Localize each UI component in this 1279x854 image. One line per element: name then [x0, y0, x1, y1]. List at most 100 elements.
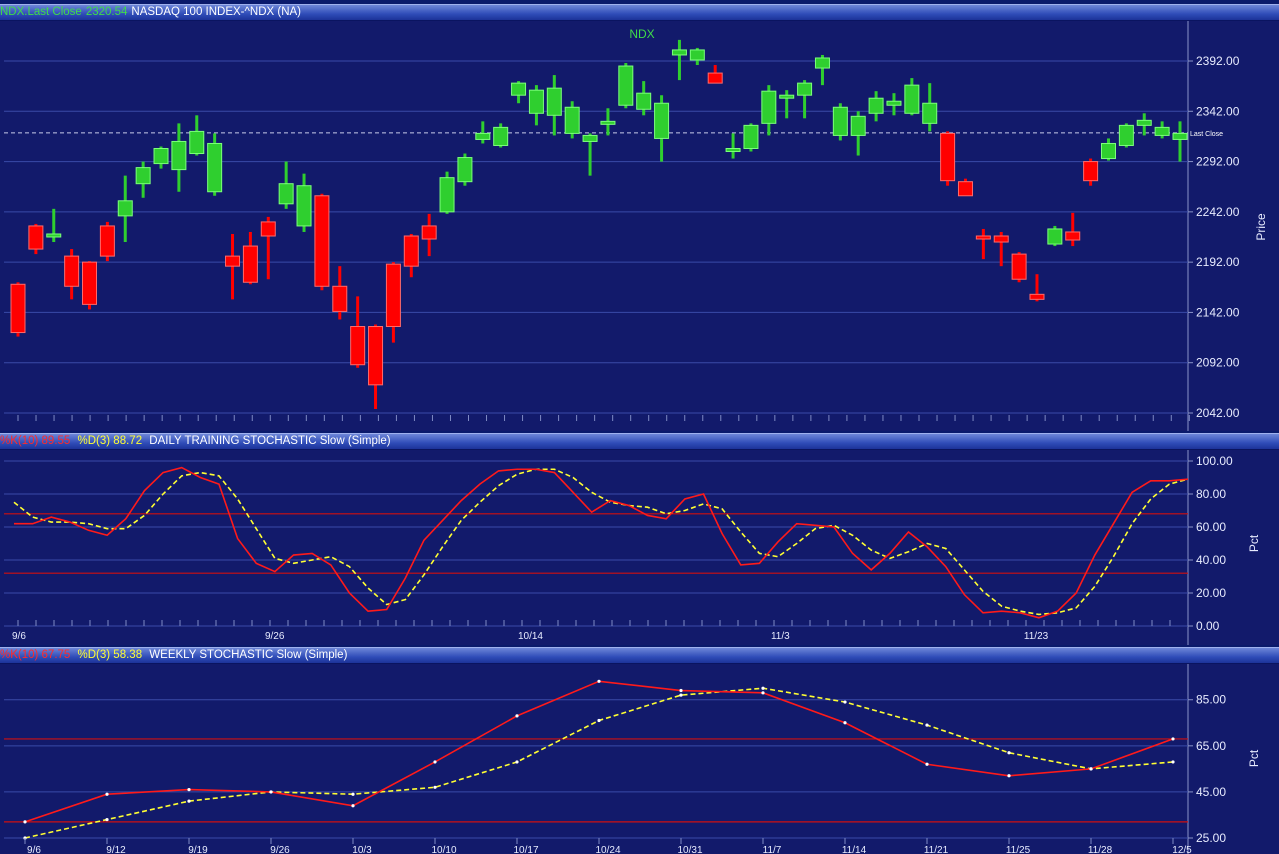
- weekly-x-label: 11/25: [1006, 845, 1031, 854]
- last-close-label: Last Close: [1190, 131, 1223, 138]
- candle-down: [403, 235, 419, 267]
- candle-down: [1011, 253, 1027, 280]
- candle-up: [1118, 124, 1134, 146]
- candle-up: [654, 102, 670, 139]
- price-chart-title: NDX: [629, 27, 654, 41]
- price-tick-label: 2142.00: [1196, 305, 1240, 319]
- candle-up: [779, 94, 795, 99]
- weekly-x-label: 9/12: [106, 845, 126, 854]
- candle-down: [332, 285, 348, 312]
- weekly-data-point: [351, 792, 355, 796]
- candle-down: [957, 181, 973, 197]
- weekly-data-point: [761, 691, 765, 695]
- weekly-x-label: 11/14: [842, 845, 867, 854]
- candle-down: [1029, 293, 1045, 300]
- daily-k-label: %K(10) 89.55: [0, 435, 71, 447]
- candle-down: [385, 263, 401, 328]
- symbol-label: NDX.Last Close: [0, 6, 82, 18]
- price-tick-label: 2392.00: [1196, 54, 1240, 68]
- weekly-data-point: [679, 693, 683, 697]
- weekly-x-label: 10/3: [352, 845, 372, 854]
- candle-down: [993, 235, 1009, 243]
- candle-up: [671, 49, 687, 56]
- candle-up: [814, 57, 830, 69]
- weekly-x-label: 11/28: [1088, 845, 1113, 854]
- candle-down: [421, 225, 437, 240]
- stoch-tick-label: 25.00: [1196, 831, 1226, 845]
- price-tick-label: 2242.00: [1196, 205, 1240, 219]
- candle-up: [511, 82, 527, 96]
- candle-down: [82, 261, 98, 305]
- candle-up: [46, 233, 62, 238]
- weekly-data-point: [433, 760, 437, 764]
- candle-up: [743, 124, 759, 149]
- weekly-data-point: [105, 792, 109, 796]
- weekly-x-label: 10/31: [677, 845, 702, 854]
- stoch-tick-label: 45.00: [1196, 785, 1226, 799]
- weekly-data-point: [761, 686, 765, 690]
- candle-up: [1154, 126, 1170, 136]
- candle-down: [64, 255, 80, 287]
- weekly-x-label: 10/10: [431, 845, 456, 854]
- weekly-data-point: [843, 700, 847, 704]
- daily-stochastic-chart[interactable]: 100.00 80.00 60.00 40.00 20.00 0.00 Pct 9/6 9/26…: [0, 450, 1279, 645]
- candle-down: [10, 283, 26, 334]
- candle-up: [189, 130, 205, 155]
- candle-up: [797, 82, 813, 96]
- stoch-tick-label: 85.00: [1196, 693, 1226, 707]
- candle-up: [725, 147, 741, 153]
- candle-up: [600, 120, 616, 125]
- candle-down: [28, 225, 44, 250]
- weekly-data-point: [515, 760, 519, 764]
- weekly-x-label: 10/17: [513, 845, 538, 854]
- candle-up: [493, 126, 509, 146]
- stoch-tick-label: 100.00: [1196, 454, 1233, 468]
- weekly-data-point: [23, 820, 27, 824]
- candle-down: [314, 195, 330, 287]
- weekly-x-label: 11/7: [763, 845, 782, 854]
- weekly-data-point: [925, 762, 929, 766]
- stoch-tick-label: 65.00: [1196, 739, 1226, 753]
- candle-down: [975, 235, 991, 240]
- daily-d-label: %D(3) 88.72: [77, 435, 143, 447]
- weekly-x-label: 9/6: [27, 845, 41, 854]
- weekly-stochastic-chart[interactable]: 85.00 65.00 45.00 25.00 Pct 9/6 9/12 9/19 9/26 10…: [0, 664, 1279, 854]
- stoch-axis-label: Pct: [1247, 534, 1261, 552]
- weekly-data-point: [1171, 760, 1175, 764]
- price-panel[interactable]: 2392.00 2342.00 2292.00 2242.00 2192.00 2142.…: [0, 21, 1279, 431]
- price-tick-label: 2192.00: [1196, 255, 1240, 269]
- candle-up: [564, 106, 580, 134]
- daily-stochastic-panel[interactable]: 100.00 80.00 60.00 40.00 20.00 0.00 Pct 9/6 9/26…: [0, 450, 1279, 645]
- candle-up: [1047, 228, 1063, 245]
- daily-stochastic-title: DAILY TRAINING STOCHASTIC Slow (Simple): [149, 435, 391, 447]
- weekly-stochastic-panel[interactable]: 85.00 65.00 45.00 25.00 Pct 9/6 9/12 9/19 9/26 10…: [0, 664, 1279, 854]
- daily-stochastic-header: %K(10) 89.55 %D(3) 88.72 DAILY TRAINING …: [0, 433, 1279, 450]
- stoch-tick-label: 20.00: [1196, 586, 1226, 600]
- candle-down: [242, 245, 258, 283]
- weekly-x-label: 10/24: [595, 845, 620, 854]
- stoch-tick-label: 80.00: [1196, 487, 1226, 501]
- candle-up: [457, 157, 473, 183]
- weekly-data-point: [597, 718, 601, 723]
- panel-background: [0, 450, 1279, 645]
- weekly-x-label: 9/26: [270, 845, 290, 854]
- candle-up: [868, 97, 884, 114]
- weekly-data-point: [925, 723, 929, 727]
- weekly-data-point: [187, 788, 191, 792]
- weekly-data-point: [597, 679, 601, 683]
- weekly-x-label: 12/5: [1172, 845, 1192, 854]
- candle-up: [528, 89, 544, 114]
- stoch-axis-label: Pct: [1247, 749, 1261, 767]
- candle-up: [582, 134, 598, 142]
- weekly-data-point: [843, 721, 847, 725]
- candle-up: [832, 106, 848, 136]
- price-tick-label: 2292.00: [1196, 155, 1240, 169]
- candle-up: [296, 185, 312, 227]
- candle-up: [761, 90, 777, 124]
- weekly-x-label: 9/19: [188, 845, 208, 854]
- weekly-stochastic-header: %K(10) 67.75 %D(3) 58.38 WEEKLY STOCHAST…: [0, 647, 1279, 664]
- candle-up: [439, 177, 455, 213]
- weekly-data-point: [679, 688, 683, 693]
- weekly-stochastic-title: WEEKLY STOCHASTIC Slow (Simple): [149, 649, 348, 661]
- price-chart[interactable]: 2392.00 2342.00 2292.00 2242.00 2192.00 2142.…: [0, 21, 1279, 431]
